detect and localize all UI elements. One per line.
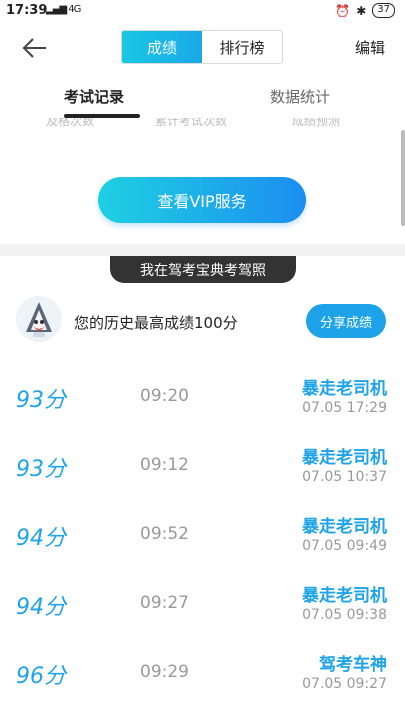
record-duration: 09:20: [140, 386, 189, 406]
exam-records-list: 93分 09:20 暴走老司机 07.05 17:29 93分 09:12 暴走…: [0, 362, 405, 707]
record-date: 07.05 17:29: [302, 400, 387, 416]
scrollbar[interactable]: [401, 130, 405, 226]
top-nav: 成绩 排行榜 编辑: [0, 28, 405, 68]
network-type: 4G: [68, 4, 81, 15]
record-score: 94分: [16, 595, 66, 620]
signal-icon: ▂▄▆ 4G: [46, 4, 81, 15]
record-duration: 09:52: [140, 524, 189, 544]
record-row[interactable]: 93分 09:20 暴走老司机 07.05 17:29: [0, 362, 405, 431]
record-score: 96分: [16, 664, 66, 689]
bluetooth-icon: ✱: [356, 3, 367, 18]
record-title: 暴走老司机: [302, 448, 387, 468]
record-date: 07.05 09:27: [302, 676, 387, 692]
stats-strip: 及格次数 累计考试次数 成绩预测: [0, 118, 405, 132]
record-score: 93分: [16, 457, 66, 482]
back-arrow-icon[interactable]: [20, 34, 48, 62]
best-score-row: 您的历史最高成绩100分 分享成绩: [0, 294, 405, 350]
section-divider: [0, 244, 405, 256]
vip-service-button[interactable]: 查看VIP服务: [98, 177, 306, 223]
avatar: [16, 296, 62, 342]
record-title: 驾考车神: [319, 655, 387, 675]
status-time: 17:39: [6, 3, 48, 18]
record-duration: 09:27: [140, 593, 189, 613]
segment-control: 成绩 排行榜: [121, 30, 283, 64]
record-date: 07.05 09:49: [302, 538, 387, 554]
tab-scores[interactable]: 成绩: [122, 31, 202, 63]
battery-icon: 37: [372, 3, 395, 18]
stat-total-exams-label: 累计考试次数: [155, 118, 228, 128]
record-title: 暴走老司机: [302, 586, 387, 606]
share-score-button[interactable]: 分享成绩: [306, 304, 386, 338]
record-score: 94分: [16, 526, 66, 551]
vip-section: 查看VIP服务: [0, 132, 405, 244]
tab-exam-records[interactable]: 考试记录: [64, 86, 124, 107]
record-date: 07.05 09:38: [302, 607, 387, 623]
sub-tabs: 考试记录 数据统计: [0, 74, 405, 118]
edit-button[interactable]: 编辑: [355, 37, 385, 58]
alarm-icon: ⏰: [335, 3, 351, 18]
record-title: 暴走老司机: [302, 379, 387, 399]
record-row[interactable]: 96分 09:29 驾考车神 07.05 09:27: [0, 638, 405, 707]
status-right: ⏰ ✱ 37: [335, 3, 395, 18]
promo-banner: 我在驾考宝典考驾照: [110, 256, 296, 283]
stat-pass-count-label: 及格次数: [46, 118, 95, 128]
stat-prediction-label: 成绩预测: [292, 118, 341, 128]
best-score-text: 您的历史最高成绩100分: [74, 314, 238, 332]
record-date: 07.05 10:37: [302, 469, 387, 485]
tab-leaderboard[interactable]: 排行榜: [202, 31, 282, 63]
record-duration: 09:29: [140, 662, 189, 682]
record-title: 暴走老司机: [302, 517, 387, 537]
tab-data-statistics[interactable]: 数据统计: [270, 86, 330, 107]
record-score: 93分: [16, 388, 66, 413]
record-duration: 09:12: [140, 455, 189, 475]
record-row[interactable]: 94分 09:27 暴走老司机 07.05 09:38: [0, 569, 405, 638]
record-row[interactable]: 93分 09:12 暴走老司机 07.05 10:37: [0, 431, 405, 500]
record-row[interactable]: 94分 09:52 暴走老司机 07.05 09:49: [0, 500, 405, 569]
status-bar: 17:39 ▂▄▆ 4G ⏰ ✱ 37: [0, 0, 405, 24]
